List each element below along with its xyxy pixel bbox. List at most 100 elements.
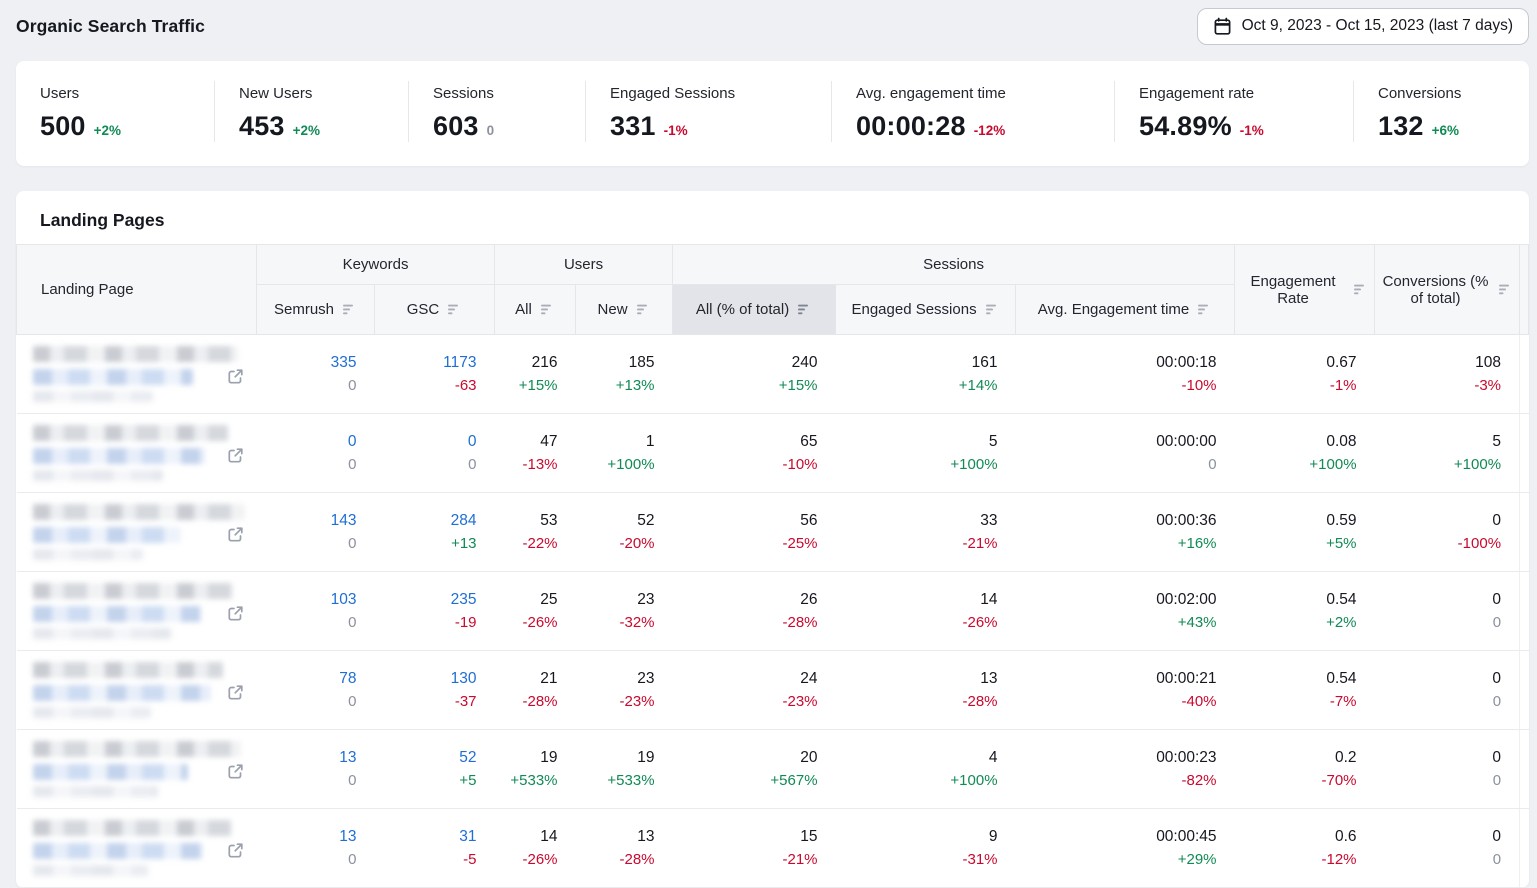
external-link-icon[interactable] xyxy=(226,683,245,702)
cell-engagement_rate: 0.2-70% xyxy=(1235,730,1375,809)
cell-avg_engagement_time: 00:02:00+43% xyxy=(1016,572,1235,651)
row-gutter xyxy=(1520,809,1529,888)
row-gutter xyxy=(1520,651,1529,730)
cell-users_all: 216+15% xyxy=(495,335,576,414)
column-header-gsc[interactable]: GSC xyxy=(375,285,495,335)
cell-avg_engagement_time: 00:00:45+29% xyxy=(1016,809,1235,888)
cell-gsc: 235-19 xyxy=(375,572,495,651)
cell-conversions_pct: 00 xyxy=(1375,651,1520,730)
external-link-icon[interactable] xyxy=(226,525,245,544)
redacted-page-url xyxy=(33,606,201,622)
sort-icon[interactable] xyxy=(540,303,555,316)
cell-semrush: 3350 xyxy=(257,335,375,414)
redacted-page-url xyxy=(33,764,188,780)
cell-users_all: 53-22% xyxy=(495,493,576,572)
sort-icon[interactable] xyxy=(797,303,812,316)
cell-users_all: 25-26% xyxy=(495,572,576,651)
redacted-page-meta xyxy=(33,470,163,481)
landing-page-cell[interactable] xyxy=(17,572,257,651)
external-link-icon[interactable] xyxy=(226,604,245,623)
sort-icon[interactable] xyxy=(447,303,462,316)
cell-users_all: 14-26% xyxy=(495,809,576,888)
cell-avg_engagement_time: 00:00:000 xyxy=(1016,414,1235,493)
cell-engagement_rate: 0.67-1% xyxy=(1235,335,1375,414)
redacted-page-url xyxy=(33,369,193,385)
sort-icon[interactable] xyxy=(1498,283,1513,296)
cell-users_all: 21-28% xyxy=(495,651,576,730)
row-gutter xyxy=(1520,730,1529,809)
external-link-icon[interactable] xyxy=(226,446,245,465)
landing-page-cell[interactable] xyxy=(17,493,257,572)
column-header-sessions-all-pct[interactable]: All (% of total) xyxy=(673,285,836,335)
table-row: 130 31-5 14-26% 13-28% 15-21% 9-31% 00:0… xyxy=(17,809,1529,888)
table-scroll-gutter xyxy=(1520,245,1529,335)
landing-page-cell[interactable] xyxy=(17,730,257,809)
cell-engagement_rate: 0.08+100% xyxy=(1235,414,1375,493)
cell-gsc: 31-5 xyxy=(375,809,495,888)
column-header-engagement-rate[interactable]: Engagement Rate xyxy=(1235,245,1375,335)
kpi-value: 00:00:28 xyxy=(856,111,966,142)
cell-gsc: 284+13 xyxy=(375,493,495,572)
cell-users_new: 13-28% xyxy=(576,809,673,888)
external-link-icon[interactable] xyxy=(226,367,245,386)
cell-semrush: 1030 xyxy=(257,572,375,651)
column-header-users-new[interactable]: New xyxy=(576,285,673,335)
cell-users_new: 185+13% xyxy=(576,335,673,414)
table-row: 3350 1173-63 216+15% 185+13% 240+15% 161… xyxy=(17,335,1529,414)
cell-sessions_all_pct: 20+567% xyxy=(673,730,836,809)
kpi-item: Engaged Sessions 331 -1% xyxy=(585,81,831,142)
cell-conversions_pct: 00 xyxy=(1375,572,1520,651)
cell-conversions_pct: 0-100% xyxy=(1375,493,1520,572)
redacted-page-meta xyxy=(33,391,153,402)
cell-engagement_rate: 0.54-7% xyxy=(1235,651,1375,730)
column-header-conversions[interactable]: Conversions (% of total) xyxy=(1375,245,1520,335)
sort-icon[interactable] xyxy=(636,303,651,316)
landing-page-cell[interactable] xyxy=(17,414,257,493)
column-header-users-all[interactable]: All xyxy=(495,285,576,335)
cell-engaged_sessions: 5+100% xyxy=(836,414,1016,493)
column-header-semrush[interactable]: Semrush xyxy=(257,285,375,335)
kpi-label: Sessions xyxy=(433,85,575,102)
redacted-page-meta xyxy=(33,628,171,639)
cell-conversions_pct: 5+100% xyxy=(1375,414,1520,493)
kpi-delta: -1% xyxy=(664,123,688,138)
cell-semrush: 130 xyxy=(257,809,375,888)
sort-icon[interactable] xyxy=(1197,303,1212,316)
table-row: 1430 284+13 53-22% 52-20% 56-25% 33-21% … xyxy=(17,493,1529,572)
cell-engaged_sessions: 33-21% xyxy=(836,493,1016,572)
kpi-value: 453 xyxy=(239,111,285,142)
redacted-page-meta xyxy=(33,786,158,797)
sort-icon[interactable] xyxy=(985,303,1000,316)
table-title: Landing Pages xyxy=(16,191,1529,244)
redacted-page-title xyxy=(33,583,233,599)
column-header-avg-engagement-time[interactable]: Avg. Engagement time xyxy=(1016,285,1235,335)
kpi-item: Conversions 132 +6% xyxy=(1353,81,1529,142)
sort-icon[interactable] xyxy=(342,303,357,316)
table-row: 1030 235-19 25-26% 23-32% 26-28% 14-26% … xyxy=(17,572,1529,651)
date-range-picker[interactable]: Oct 9, 2023 - Oct 15, 2023 (last 7 days) xyxy=(1197,8,1529,45)
cell-users_all: 47-13% xyxy=(495,414,576,493)
external-link-icon[interactable] xyxy=(226,841,245,860)
cell-sessions_all_pct: 56-25% xyxy=(673,493,836,572)
sort-icon[interactable] xyxy=(1353,283,1368,296)
column-header-engaged-sessions[interactable]: Engaged Sessions xyxy=(836,285,1016,335)
row-gutter xyxy=(1520,414,1529,493)
landing-page-cell[interactable] xyxy=(17,809,257,888)
kpi-label: New Users xyxy=(239,85,398,102)
cell-users_new: 23-23% xyxy=(576,651,673,730)
column-group-users: Users xyxy=(495,245,673,285)
cell-semrush: 780 xyxy=(257,651,375,730)
landing-page-cell[interactable] xyxy=(17,651,257,730)
redacted-page-meta xyxy=(33,865,148,876)
landing-page-cell[interactable] xyxy=(17,335,257,414)
cell-gsc: 52+5 xyxy=(375,730,495,809)
cell-users_new: 19+533% xyxy=(576,730,673,809)
cell-gsc: 130-37 xyxy=(375,651,495,730)
redacted-page-meta xyxy=(33,707,151,718)
table-row: 780 130-37 21-28% 23-23% 24-23% 13-28% 0… xyxy=(17,651,1529,730)
cell-avg_engagement_time: 00:00:36+16% xyxy=(1016,493,1235,572)
table-row: 00 00 47-13% 1+100% 65-10% 5+100% 00:00:… xyxy=(17,414,1529,493)
external-link-icon[interactable] xyxy=(226,762,245,781)
kpi-label: Conversions xyxy=(1378,85,1519,102)
kpi-delta: +2% xyxy=(293,123,320,138)
